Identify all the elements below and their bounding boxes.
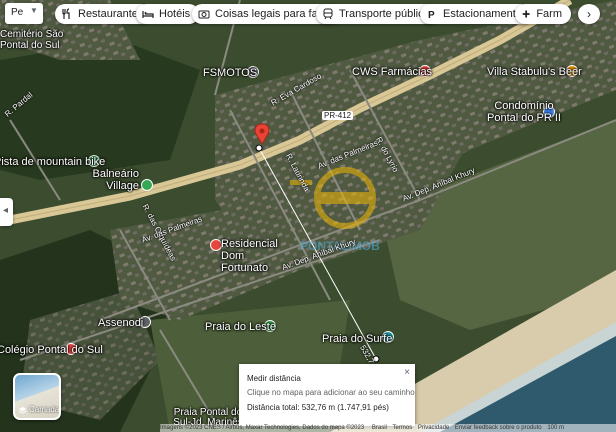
place-label[interactable]: Balneário Village — [83, 168, 139, 192]
close-icon[interactable]: × — [404, 367, 410, 378]
parking-icon: P — [428, 10, 435, 20]
place-label[interactable]: Colégio Pontal do Sul — [0, 344, 103, 356]
measure-hint: Clique no mapa para adicionar ao seu cam… — [247, 388, 415, 397]
place-label[interactable]: Condomínio Pontal do PR II — [484, 100, 564, 124]
chevron-right-icon: › — [587, 7, 591, 21]
footer-link-privacy[interactable]: Privacidade — [418, 425, 449, 431]
dropdown-arrow-icon[interactable]: ▼ — [30, 6, 38, 15]
measure-title: Medir distância — [247, 374, 301, 383]
place-label[interactable]: Praia do Leste — [205, 321, 276, 333]
place-label[interactable]: Residencial Dom Fortunato — [221, 238, 281, 274]
footer-link-country[interactable]: Brasil — [372, 425, 387, 431]
measure-total: Distância total: 532,76 m (1.747,91 pés) — [247, 403, 389, 412]
place-label[interactable]: Villa Stabulu's Beer — [487, 66, 582, 78]
footer-link-terms[interactable]: Termos — [393, 425, 413, 431]
train-icon — [323, 8, 333, 20]
map-footer: Imagens ©2023 CNES / Airbus, Maxar Techn… — [160, 424, 616, 432]
scale-bar[interactable]: 100 m — [547, 425, 564, 431]
chip-hotels[interactable]: Hotéis — [136, 4, 200, 24]
search-input[interactable]: Pe ▼ — [5, 3, 43, 24]
pharmacy-icon — [522, 10, 530, 18]
camera-icon — [198, 10, 210, 19]
layers-icon — [18, 406, 27, 414]
chip-pharmacy[interactable]: Farm — [515, 4, 571, 24]
place-label[interactable]: CWS Farmácias — [352, 66, 432, 78]
measure-distance-panel: Medir distância × Clique no mapa para ad… — [239, 364, 415, 426]
place-label[interactable]: Cemitério São Pontal do Sul — [0, 29, 66, 51]
chevron-left-icon: ◂ — [3, 205, 9, 216]
place-label[interactable]: Pista de mountain bike — [0, 156, 105, 168]
park-marker-icon[interactable] — [141, 179, 153, 191]
fork-knife-icon — [62, 8, 70, 19]
svg-text:P: P — [428, 10, 435, 20]
place-label[interactable]: Assenodi — [98, 317, 143, 329]
bed-icon — [142, 11, 154, 18]
layers-button[interactable]: Camadas — [13, 373, 61, 420]
collapse-panel-button[interactable]: ◂ — [0, 198, 13, 226]
footer-link-feedback[interactable]: Enviar feedback sobre o produto — [455, 425, 542, 431]
attribution-text: Imagens ©2023 CNES / Airbus, Maxar Techn… — [160, 425, 365, 431]
place-label[interactable]: FSMOTOS — [203, 67, 257, 79]
chips-next-button[interactable]: › — [578, 4, 600, 24]
place-label[interactable]: Praia do Surfe — [322, 333, 392, 345]
road-label: PR-412 — [322, 111, 354, 120]
